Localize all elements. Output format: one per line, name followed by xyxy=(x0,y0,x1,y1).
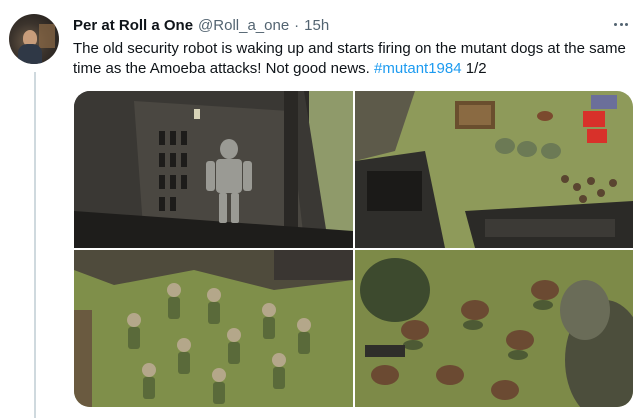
thread-line xyxy=(34,72,36,418)
tabletop-overview-image xyxy=(355,91,633,248)
photo-robot-building[interactable] xyxy=(74,91,353,248)
tweet-body: The old security robot is waking up and … xyxy=(73,40,626,77)
author-avatar[interactable] xyxy=(9,14,59,64)
amoeba-attack-image xyxy=(355,250,633,407)
robot-building-image xyxy=(74,91,353,248)
author-handle[interactable]: @Roll_a_one xyxy=(198,17,289,34)
more-options-icon[interactable] xyxy=(611,15,631,33)
mutant-squad-image xyxy=(74,250,353,407)
thread-count: 1/2 xyxy=(465,60,487,77)
author-display-name[interactable]: Per at Roll a One xyxy=(73,17,193,34)
photo-tabletop-overview[interactable] xyxy=(355,91,633,248)
header-separator: · xyxy=(294,16,300,34)
hashtag-link[interactable]: #mutant1984 xyxy=(374,60,462,77)
photo-amoeba-attack[interactable] xyxy=(355,250,633,407)
photo-mutant-squad[interactable] xyxy=(74,250,353,407)
tweet-header: Per at Roll a One @Roll_a_one · 15h xyxy=(73,15,329,35)
tweet-text: The old security robot is waking up and … xyxy=(73,39,633,79)
tweet-timestamp[interactable]: 15h xyxy=(304,17,329,34)
media-grid xyxy=(74,91,633,407)
